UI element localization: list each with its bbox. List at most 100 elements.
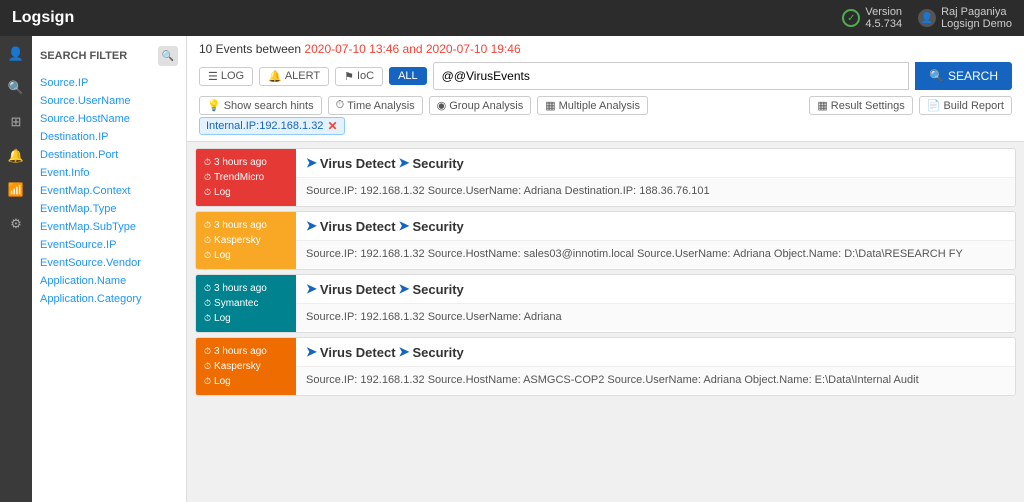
result-card-3: ⏱ 3 hours ago ⏱ Kaspersky ⏱ Log ➤ Virus … <box>195 337 1016 396</box>
user-info: 👤 Raj Paganiya Logsign Demo <box>918 6 1012 30</box>
result-title-part1-3: Virus Detect <box>320 345 396 360</box>
result-detail-1: Source.IP: 192.168.1.32 Source.HostName:… <box>296 241 1015 268</box>
nav-person-icon[interactable]: 👤 <box>6 44 26 64</box>
result-vendor-1: ⏱ Kaspersky <box>204 235 288 246</box>
result-title-part1-2: Virus Detect <box>320 282 396 297</box>
result-detail-0: Source.IP: 192.168.1.32 Source.UserName:… <box>296 178 1015 205</box>
group-icon: ◉ <box>437 99 447 112</box>
clock-icon: ⏱ <box>204 346 211 357</box>
hint-icon: 💡 <box>207 99 221 112</box>
result-meta-0: ⏱ 3 hours ago ⏱ TrendMicro ⏱ Log <box>196 149 296 206</box>
log-icon: ☰ <box>208 70 218 83</box>
sidebar-search-button[interactable]: 🔍 <box>158 46 178 66</box>
sidebar-item-EventSource-IP[interactable]: EventSource.IP <box>40 236 178 254</box>
sidebar-item-EventMap-Type[interactable]: EventMap.Type <box>40 200 178 218</box>
type-icon: ⏱ <box>204 250 211 261</box>
clock-icon: ⏱ <box>204 157 211 168</box>
result-title-0[interactable]: ➤ Virus Detect ➤ Security <box>296 149 1015 178</box>
events-summary: 10 Events between 2020-07-10 13:46 and 2… <box>199 42 1012 56</box>
nav-gear-icon[interactable]: ⚙ <box>6 214 26 234</box>
topbar-right: ✓ Version 4.5.734 👤 Raj Paganiya Logsign… <box>842 6 1012 30</box>
search-input[interactable] <box>433 62 909 90</box>
result-type-1: ⏱ Log <box>204 250 288 261</box>
sidebar-item-Source-HostName[interactable]: Source.HostName <box>40 110 178 128</box>
type-icon: ⏱ <box>204 187 211 198</box>
arrow-icon-1-2: ➤ <box>306 281 317 297</box>
result-meta-1: ⏱ 3 hours ago ⏱ Kaspersky ⏱ Log <box>196 212 296 269</box>
sidebar-item-Destination-Port[interactable]: Destination.Port <box>40 146 178 164</box>
version-check-icon: ✓ <box>842 9 860 27</box>
type-icon: ⏱ <box>204 313 211 324</box>
alert-type-button[interactable]: 🔔 ALERT <box>259 67 329 86</box>
version-info: ✓ Version 4.5.734 <box>842 6 902 30</box>
group-analysis-button[interactable]: ◉ Group Analysis <box>429 96 532 115</box>
log-type-button[interactable]: ☰ LOG <box>199 67 253 86</box>
results-list: ⏱ 3 hours ago ⏱ TrendMicro ⏱ Log ➤ Virus… <box>187 142 1024 502</box>
arrow-icon-2-2: ➤ <box>399 281 410 297</box>
result-body-0: ➤ Virus Detect ➤ Security Source.IP: 192… <box>296 149 1015 206</box>
time-icon: ⏱ <box>336 99 345 112</box>
show-hints-button[interactable]: 💡 Show search hints <box>199 96 322 115</box>
result-time-0: ⏱ 3 hours ago <box>204 157 288 168</box>
vendor-icon: ⏱ <box>204 235 211 246</box>
result-detail-3: Source.IP: 192.168.1.32 Source.HostName:… <box>296 367 1015 394</box>
build-report-icon: 📄 <box>927 99 941 112</box>
vendor-icon: ⏱ <box>204 172 211 183</box>
result-body-2: ➤ Virus Detect ➤ Security Source.IP: 192… <box>296 275 1015 332</box>
alert-icon: 🔔 <box>268 70 282 83</box>
result-time-3: ⏱ 3 hours ago <box>204 346 288 357</box>
sidebar-item-Event-Info[interactable]: Event.Info <box>40 164 178 182</box>
result-detail-2: Source.IP: 192.168.1.32 Source.UserName:… <box>296 304 1015 331</box>
sidebar-item-Application-Name[interactable]: Application.Name <box>40 272 178 290</box>
result-title-part2-0: Security <box>412 156 463 171</box>
result-title-1[interactable]: ➤ Virus Detect ➤ Security <box>296 212 1015 241</box>
result-card-2: ⏱ 3 hours ago ⏱ Symantec ⏱ Log ➤ Virus D… <box>195 274 1016 333</box>
result-card-0: ⏱ 3 hours ago ⏱ TrendMicro ⏱ Log ➤ Virus… <box>195 148 1016 207</box>
filter-tag-ip: Internal.IP:192.168.1.32 ✕ <box>199 117 345 135</box>
sidebar-item-EventMap-Context[interactable]: EventMap.Context <box>40 182 178 200</box>
nav-bell-icon[interactable]: 🔔 <box>6 146 26 166</box>
events-count: 10 Events <box>199 42 252 56</box>
sidebar-item-Application-Category[interactable]: Application.Category <box>40 290 178 308</box>
ioc-type-button[interactable]: ⚑ IoC <box>335 67 383 86</box>
arrow-icon-1-3: ➤ <box>306 344 317 360</box>
result-type-3: ⏱ Log <box>204 376 288 387</box>
all-type-button[interactable]: ALL <box>389 67 427 85</box>
result-title-part1-1: Virus Detect <box>320 219 396 234</box>
search-filter-sidebar: SEARCH FILTER 🔍 Source.IPSource.UserName… <box>32 36 187 502</box>
result-title-part2-1: Security <box>412 219 463 234</box>
nav-search-icon[interactable]: 🔍 <box>6 78 26 98</box>
main-content: 10 Events between 2020-07-10 13:46 and 2… <box>187 36 1024 502</box>
filter-tags: Internal.IP:192.168.1.32 ✕ <box>199 115 1012 135</box>
result-title-3[interactable]: ➤ Virus Detect ➤ Security <box>296 338 1015 367</box>
remove-filter-button[interactable]: ✕ <box>327 119 337 133</box>
nav-wifi-icon[interactable]: 📶 <box>6 180 26 200</box>
date-end: 2020-07-10 19:46 <box>426 42 521 56</box>
result-settings-button[interactable]: ▦ Result Settings <box>809 96 912 115</box>
sidebar-item-EventSource-Vendor[interactable]: EventSource.Vendor <box>40 254 178 272</box>
sidebar-item-Source-UserName[interactable]: Source.UserName <box>40 92 178 110</box>
sidebar-item-Destination-IP[interactable]: Destination.IP <box>40 128 178 146</box>
result-title-2[interactable]: ➤ Virus Detect ➤ Security <box>296 275 1015 304</box>
ioc-icon: ⚑ <box>344 70 354 83</box>
app-logo: Logsign <box>12 9 74 27</box>
search-btn-icon: 🔍 <box>929 69 944 83</box>
user-org: Logsign Demo <box>941 18 1012 30</box>
user-name: Raj Paganiya <box>941 6 1012 18</box>
search-button[interactable]: 🔍 SEARCH <box>915 62 1012 90</box>
clock-icon: ⏱ <box>204 220 211 231</box>
nav-grid-icon[interactable]: ⊞ <box>6 112 26 132</box>
date-and: and <box>403 42 426 56</box>
arrow-icon-1-1: ➤ <box>306 218 317 234</box>
result-title-part2-2: Security <box>412 282 463 297</box>
result-vendor-3: ⏱ Kaspersky <box>204 361 288 372</box>
result-settings-icon: ▦ <box>817 99 827 112</box>
result-type-0: ⏱ Log <box>204 187 288 198</box>
sidebar-item-Source-IP[interactable]: Source.IP <box>40 74 178 92</box>
sidebar-item-EventMap-SubType[interactable]: EventMap.SubType <box>40 218 178 236</box>
time-analysis-button[interactable]: ⏱ Time Analysis <box>328 96 423 115</box>
multiple-analysis-button[interactable]: ▦ Multiple Analysis <box>537 96 648 115</box>
user-details: Raj Paganiya Logsign Demo <box>941 6 1012 30</box>
build-report-button[interactable]: 📄 Build Report <box>919 96 1012 115</box>
result-title-part1-0: Virus Detect <box>320 156 396 171</box>
